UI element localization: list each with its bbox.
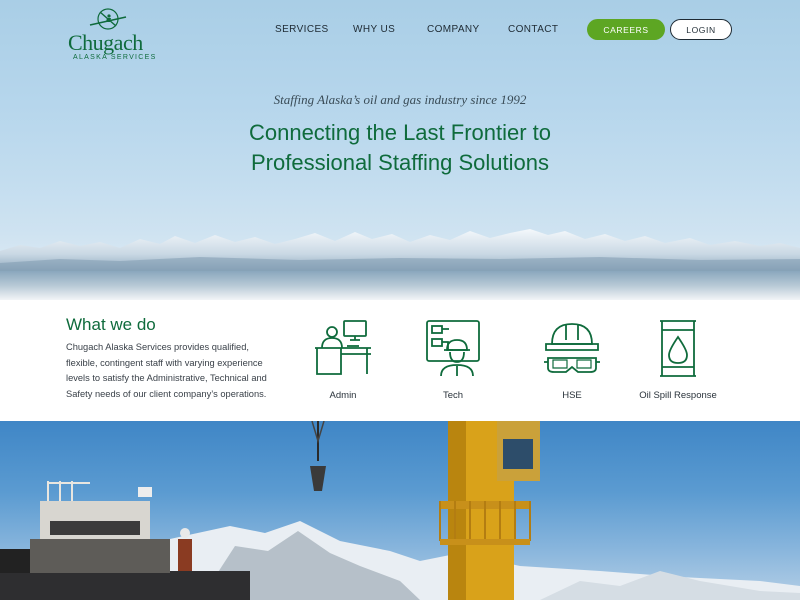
offshore-crane-photo — [0, 421, 800, 600]
nav-item-contact[interactable]: CONTACT — [508, 24, 558, 35]
hero-headline: Connecting the Last Frontier to Professi… — [0, 118, 800, 178]
mountain-range-image — [0, 229, 800, 300]
service-oil-spill-response[interactable]: Oil Spill Response — [628, 320, 728, 410]
what-we-do-title: What we do — [66, 315, 156, 334]
tech-worker-icon — [426, 320, 480, 377]
service-oil-spill-response-label: Oil Spill Response — [639, 390, 717, 401]
service-tech[interactable]: Tech — [403, 320, 503, 410]
what-we-do-description: Chugach Alaska Services provides qualifi… — [66, 342, 267, 399]
hero-tagline: Staffing Alaska’s oil and gas industry s… — [273, 92, 527, 107]
careers-button[interactable]: CAREERS — [587, 19, 665, 40]
hero-headline-line-2: Professional Staffing Solutions — [251, 150, 549, 175]
photo-illustration — [0, 421, 800, 600]
service-tech-label: Tech — [442, 390, 464, 401]
logo-subtitle: ALASKA SERVICES — [73, 54, 157, 61]
service-hse-label: HSE — [562, 390, 582, 401]
nav-item-company[interactable]: COMPANY — [427, 24, 480, 35]
hero-banner: Chugach ALASKA SERVICES SERVICES WHY US … — [0, 0, 800, 300]
admin-desk-icon — [315, 320, 371, 375]
login-button[interactable]: LOGIN — [670, 19, 732, 40]
service-hse[interactable]: HSE — [522, 320, 622, 410]
what-we-do-section: What we do Chugach Alaska Services provi… — [0, 300, 800, 421]
oil-barrel-icon — [660, 320, 696, 377]
nav-item-services[interactable]: SERVICES — [275, 24, 329, 35]
service-admin[interactable]: Admin — [293, 320, 393, 410]
hero-headline-line-1: Connecting the Last Frontier to — [248, 120, 552, 145]
service-admin-label: Admin — [329, 390, 357, 401]
hardhat-goggles-icon — [544, 323, 600, 373]
nav-item-why-us[interactable]: WHY US — [353, 24, 395, 35]
